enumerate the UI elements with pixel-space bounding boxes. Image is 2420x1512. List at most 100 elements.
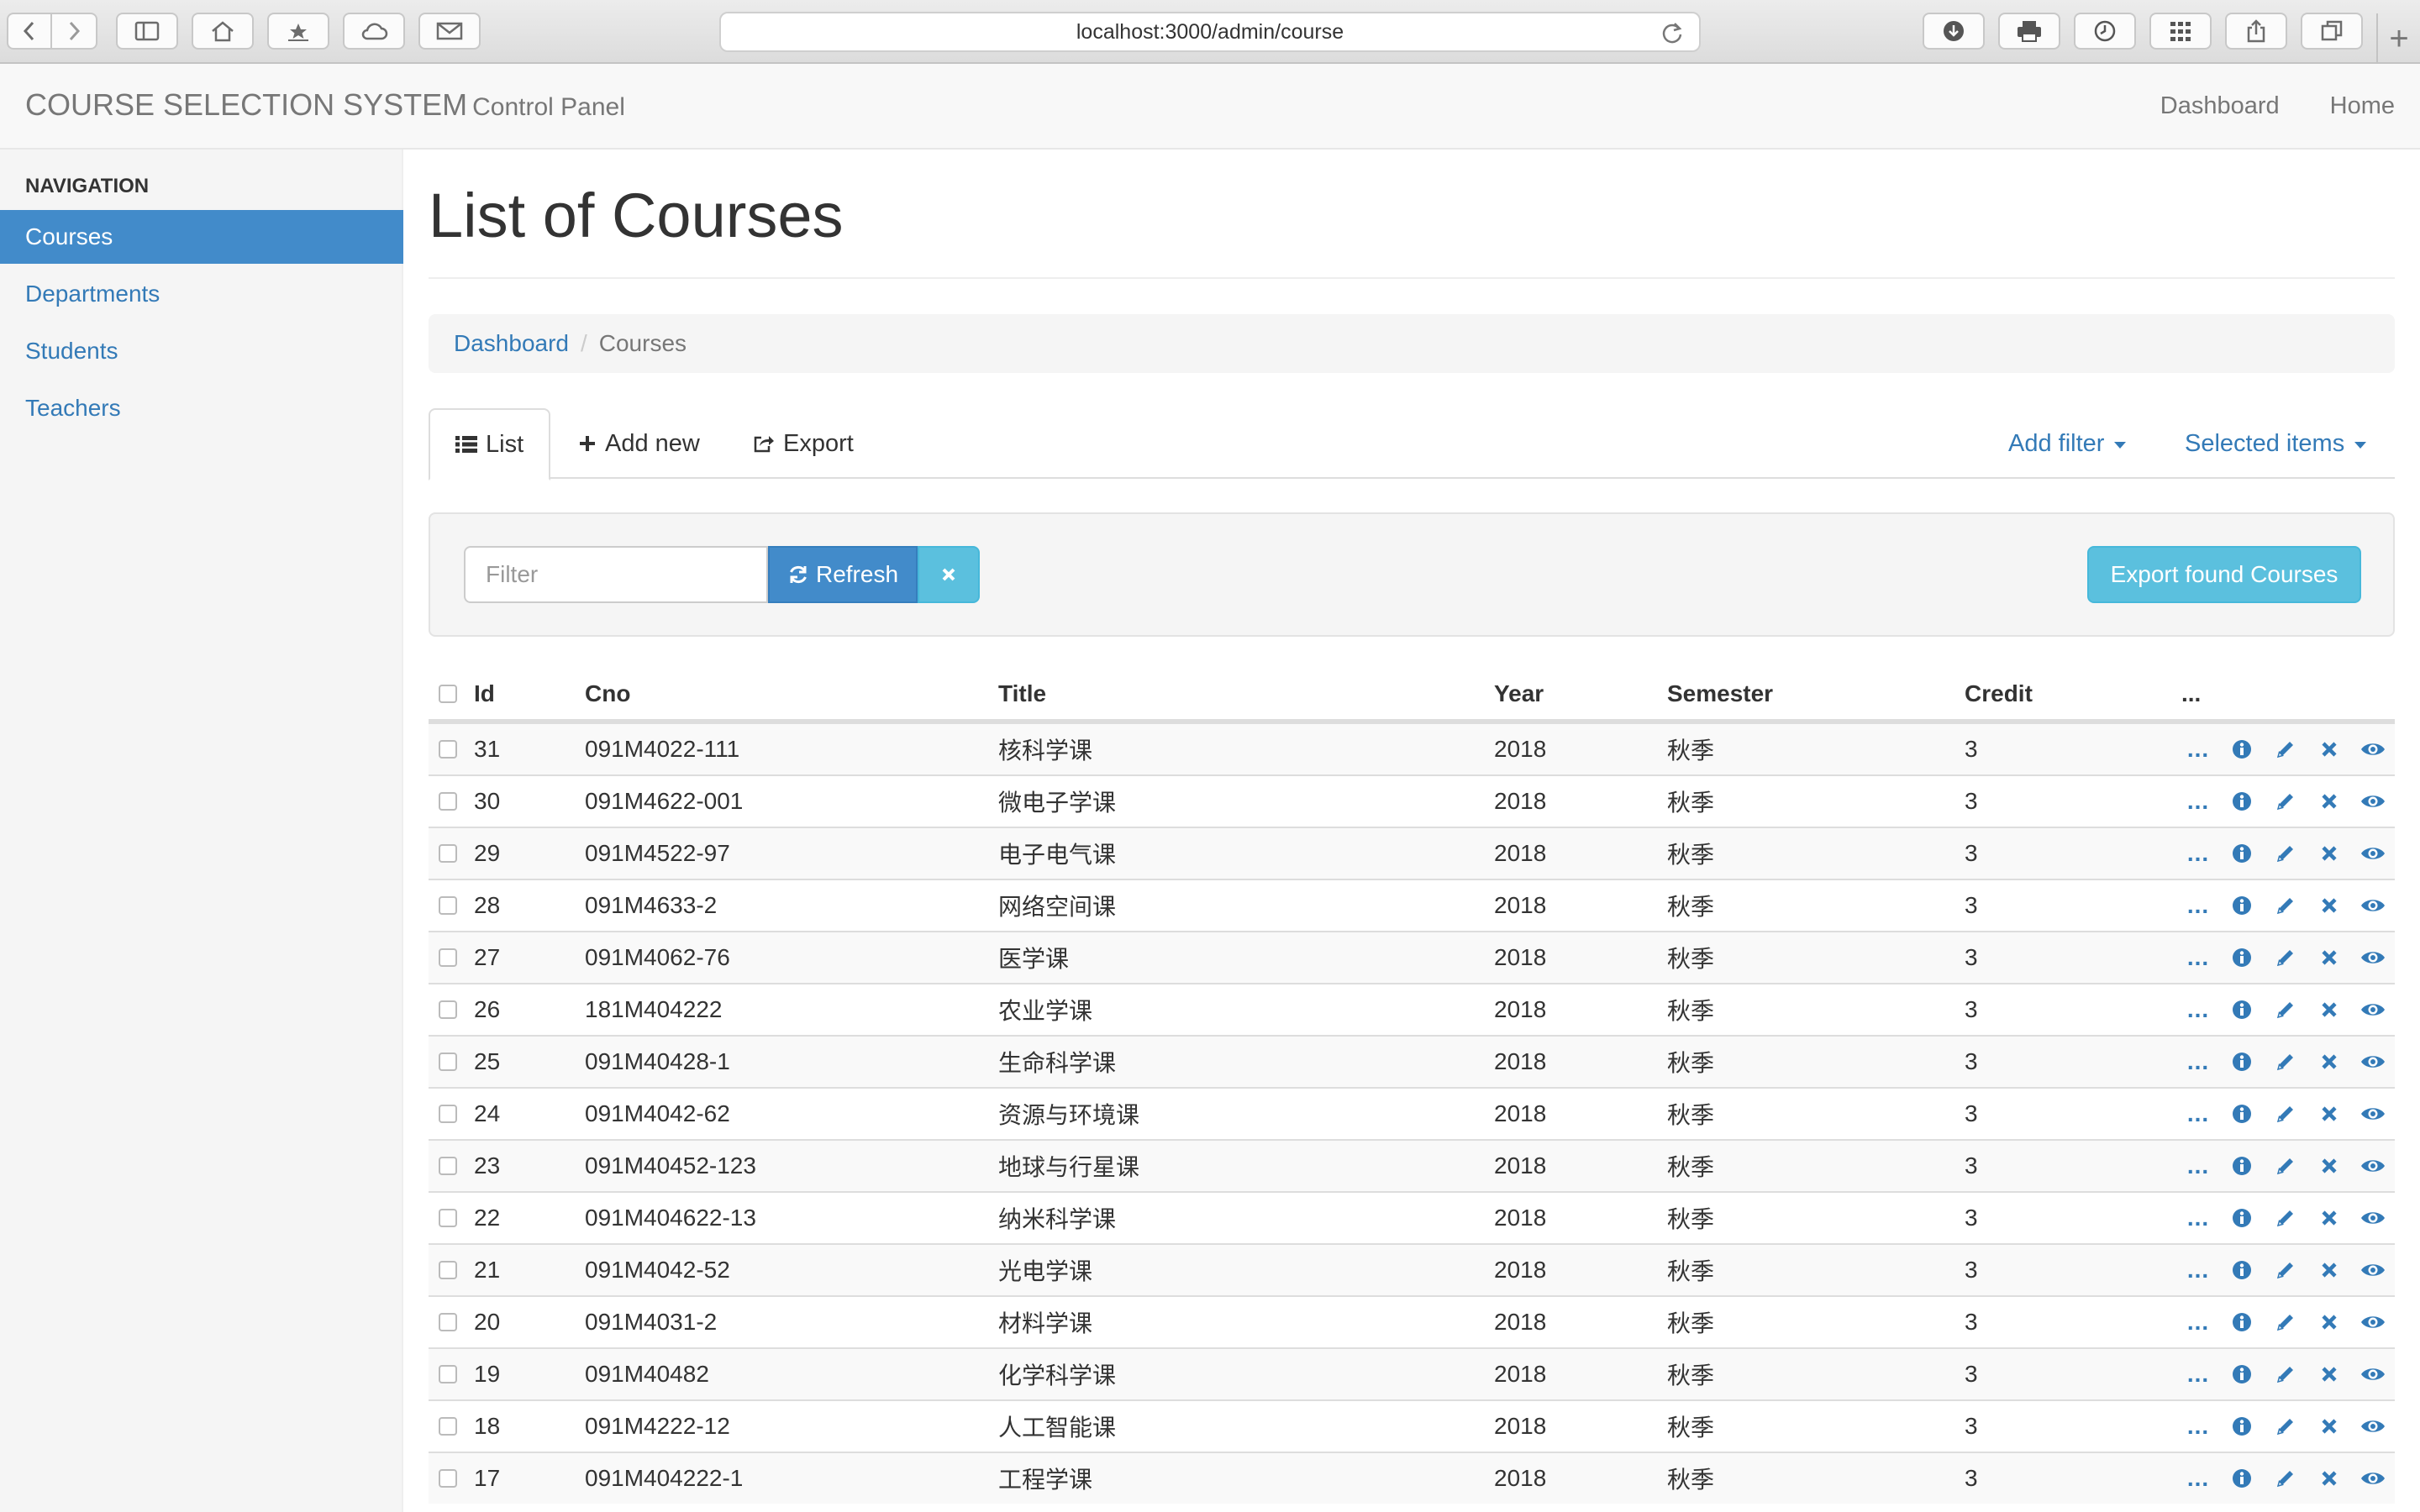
new-tab-button[interactable]: +: [2376, 13, 2420, 64]
share-button[interactable]: [2225, 13, 2287, 50]
column-header-year[interactable]: Year: [1494, 669, 1544, 719]
edit-button[interactable]: [2264, 1156, 2307, 1176]
row-checkbox[interactable]: [439, 896, 457, 915]
tab-overview-button[interactable]: [2301, 13, 2363, 50]
row-checkbox[interactable]: [439, 1157, 457, 1175]
view-button[interactable]: [2351, 1000, 2395, 1019]
mail-button[interactable]: [418, 13, 481, 50]
history-button[interactable]: [2074, 13, 2136, 50]
row-checkbox[interactable]: [439, 1365, 457, 1383]
row-checkbox[interactable]: [439, 1261, 457, 1279]
delete-button[interactable]: [2307, 949, 2351, 966]
view-button[interactable]: [2351, 1261, 2395, 1279]
address-bar[interactable]: localhost:3000/admin/course: [719, 12, 1701, 52]
delete-button[interactable]: [2307, 1105, 2351, 1122]
more-actions-link[interactable]: ...: [2176, 1048, 2220, 1075]
view-button[interactable]: [2351, 1105, 2395, 1123]
info-button[interactable]: [2220, 1052, 2264, 1072]
view-button[interactable]: [2351, 792, 2395, 811]
info-button[interactable]: [2220, 1156, 2264, 1176]
row-checkbox[interactable]: [439, 1209, 457, 1227]
column-header-credit[interactable]: Credit: [1965, 669, 2033, 719]
view-button[interactable]: [2351, 844, 2395, 863]
delete-button[interactable]: [2307, 741, 2351, 758]
nav-dashboard-link[interactable]: Dashboard: [2160, 92, 2280, 120]
delete-button[interactable]: [2307, 845, 2351, 862]
more-actions-link[interactable]: ...: [2176, 1361, 2220, 1388]
edit-button[interactable]: [2264, 739, 2307, 759]
delete-button[interactable]: [2307, 1158, 2351, 1174]
delete-button[interactable]: [2307, 1470, 2351, 1487]
downloads-button[interactable]: [1923, 13, 1985, 50]
delete-button[interactable]: [2307, 793, 2351, 810]
edit-button[interactable]: [2264, 843, 2307, 864]
more-actions-link[interactable]: ...: [2176, 840, 2220, 867]
column-header-title[interactable]: Title: [998, 669, 1046, 719]
more-actions-link[interactable]: ...: [2176, 1152, 2220, 1179]
more-actions-link[interactable]: ...: [2176, 1413, 2220, 1440]
edit-button[interactable]: [2264, 1312, 2307, 1332]
edit-button[interactable]: [2264, 1260, 2307, 1280]
info-button[interactable]: [2220, 791, 2264, 811]
row-checkbox[interactable]: [439, 740, 457, 759]
more-actions-link[interactable]: ...: [2176, 1309, 2220, 1336]
edit-button[interactable]: [2264, 1000, 2307, 1020]
print-button[interactable]: [1998, 13, 2060, 50]
top-sites-button[interactable]: [2149, 13, 2212, 50]
sidebar-item-courses[interactable]: Courses: [0, 210, 403, 264]
view-button[interactable]: [2351, 1417, 2395, 1436]
edit-button[interactable]: [2264, 1416, 2307, 1436]
column-header-cno[interactable]: Cno: [585, 669, 630, 719]
sidebar-toggle-button[interactable]: [116, 13, 178, 50]
more-actions-link[interactable]: ...: [2176, 1257, 2220, 1284]
view-button[interactable]: [2351, 1157, 2395, 1175]
delete-button[interactable]: [2307, 1210, 2351, 1226]
more-actions-link[interactable]: ...: [2176, 736, 2220, 763]
refresh-button[interactable]: Refresh: [768, 546, 918, 603]
info-button[interactable]: [2220, 1208, 2264, 1228]
view-button[interactable]: [2351, 740, 2395, 759]
info-button[interactable]: [2220, 843, 2264, 864]
more-actions-link[interactable]: ...: [2176, 1205, 2220, 1231]
edit-button[interactable]: [2264, 948, 2307, 968]
delete-button[interactable]: [2307, 1366, 2351, 1383]
row-checkbox[interactable]: [439, 844, 457, 863]
back-button[interactable]: [7, 13, 52, 50]
view-button[interactable]: [2351, 948, 2395, 967]
view-button[interactable]: [2351, 1209, 2395, 1227]
reload-icon[interactable]: [1660, 20, 1684, 45]
sidebar-item-teachers[interactable]: Teachers: [0, 381, 403, 435]
more-actions-link[interactable]: ...: [2176, 996, 2220, 1023]
forward-button[interactable]: [52, 13, 97, 50]
edit-button[interactable]: [2264, 1104, 2307, 1124]
column-header-semester[interactable]: Semester: [1667, 669, 1773, 719]
row-checkbox[interactable]: [439, 1313, 457, 1331]
edit-button[interactable]: [2264, 1208, 2307, 1228]
bookmarks-button[interactable]: [267, 13, 329, 50]
row-checkbox[interactable]: [439, 948, 457, 967]
clear-filter-button[interactable]: [918, 546, 980, 603]
view-button[interactable]: [2351, 896, 2395, 915]
info-button[interactable]: [2220, 1312, 2264, 1332]
row-checkbox[interactable]: [439, 1469, 457, 1488]
view-button[interactable]: [2351, 1313, 2395, 1331]
row-checkbox[interactable]: [439, 1053, 457, 1071]
add-filter-dropdown[interactable]: Add filter: [2008, 408, 2127, 479]
view-button[interactable]: [2351, 1469, 2395, 1488]
export-found-button[interactable]: Export found Courses: [2087, 546, 2361, 603]
info-button[interactable]: [2220, 895, 2264, 916]
edit-button[interactable]: [2264, 895, 2307, 916]
more-actions-link[interactable]: ...: [2176, 788, 2220, 815]
info-button[interactable]: [2220, 1468, 2264, 1488]
delete-button[interactable]: [2307, 1262, 2351, 1278]
edit-button[interactable]: [2264, 791, 2307, 811]
row-checkbox[interactable]: [439, 1000, 457, 1019]
tab-export[interactable]: Export: [753, 408, 854, 479]
row-checkbox[interactable]: [439, 792, 457, 811]
more-actions-link[interactable]: ...: [2176, 1465, 2220, 1492]
view-button[interactable]: [2351, 1053, 2395, 1071]
delete-button[interactable]: [2307, 1001, 2351, 1018]
info-button[interactable]: [2220, 1260, 2264, 1280]
info-button[interactable]: [2220, 1104, 2264, 1124]
more-actions-link[interactable]: ...: [2176, 892, 2220, 919]
